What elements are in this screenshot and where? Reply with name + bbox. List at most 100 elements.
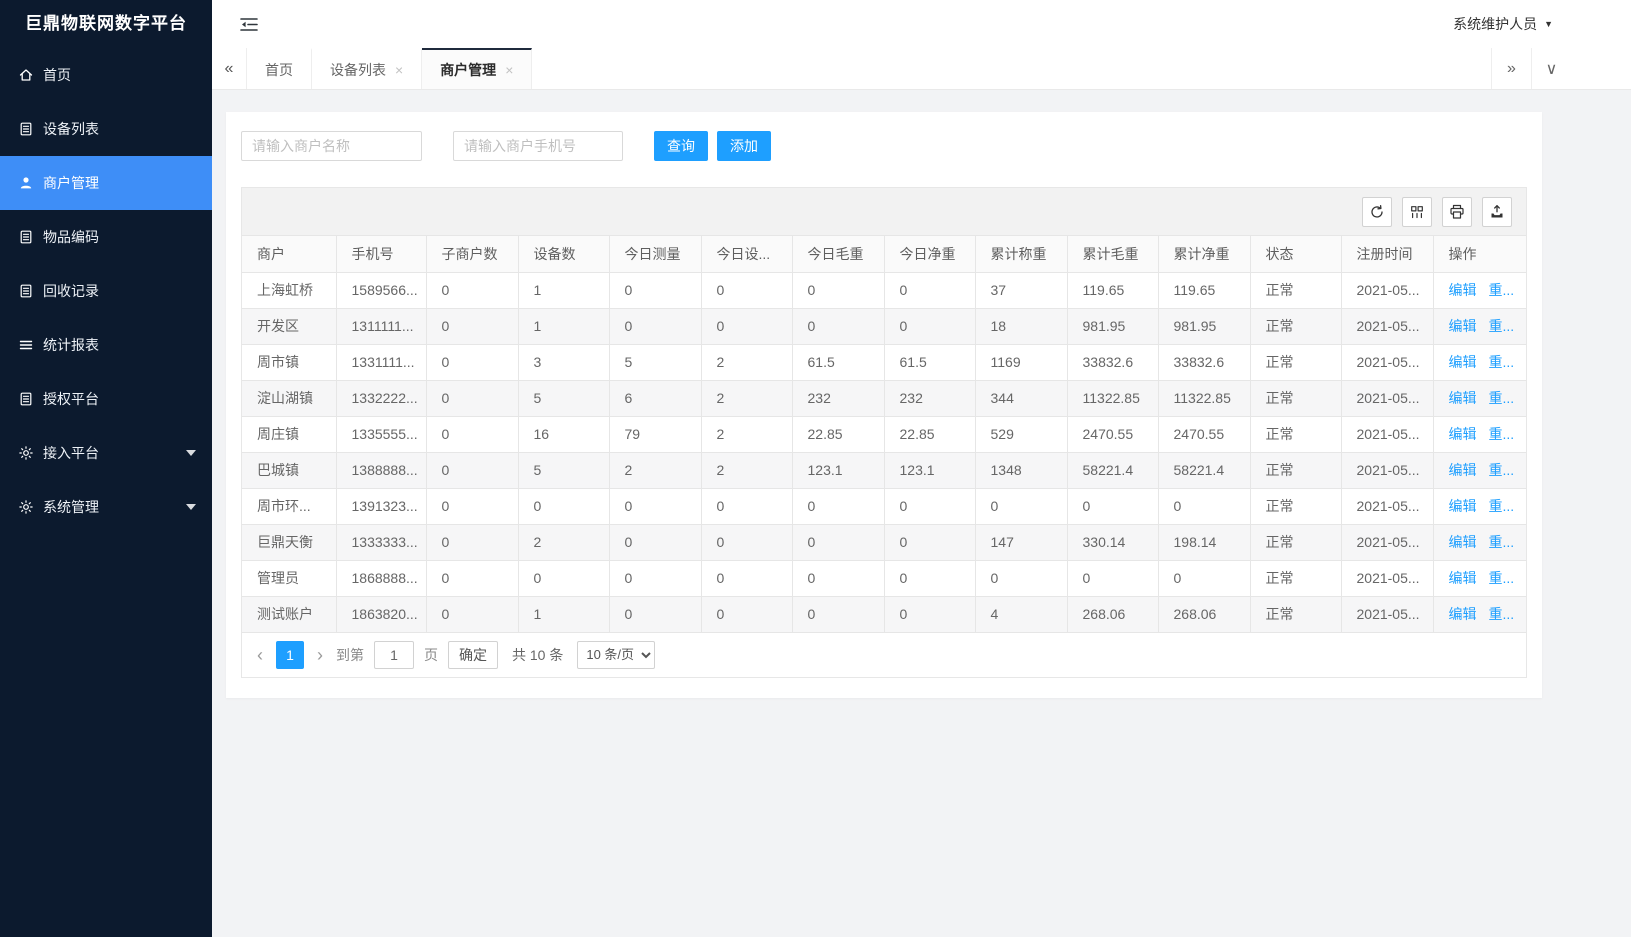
close-icon[interactable]: ×: [505, 62, 513, 78]
prev-page-icon[interactable]: ‹: [254, 641, 266, 669]
table-cell: 0: [884, 596, 975, 632]
next-page-icon[interactable]: ›: [314, 641, 326, 669]
table-cell: 61.5: [792, 344, 884, 380]
sidebar-item-label: 物品编码: [43, 227, 99, 247]
table-row: 测试账户1863820...0100004268.06268.06正常2021-…: [242, 596, 1526, 632]
table-cell: 0: [518, 488, 609, 524]
current-page[interactable]: 1: [276, 641, 304, 669]
columns-icon[interactable]: [1402, 197, 1432, 227]
action-link[interactable]: 重...: [1489, 426, 1515, 442]
sidebar-item-access-platform[interactable]: 接入平台: [0, 426, 212, 480]
action-link[interactable]: 编辑: [1449, 426, 1477, 442]
table-cell: 981.95: [1158, 308, 1250, 344]
sidebar-item-statistics[interactable]: 统计报表: [0, 318, 212, 372]
action-link[interactable]: 重...: [1489, 570, 1515, 586]
action-link[interactable]: 重...: [1489, 534, 1515, 550]
table-cell: 79: [609, 416, 701, 452]
document-icon: [18, 391, 34, 407]
table-cell: 2470.55: [1067, 416, 1158, 452]
merchant-phone-input[interactable]: [453, 131, 623, 161]
row-actions: 编辑重...: [1433, 344, 1526, 380]
action-link[interactable]: 重...: [1489, 606, 1515, 622]
goto-page-input[interactable]: [374, 641, 414, 669]
action-link[interactable]: 编辑: [1449, 282, 1477, 298]
tab-merchant-mgmt[interactable]: 商户管理 ×: [422, 48, 532, 89]
export-icon[interactable]: [1482, 197, 1512, 227]
action-link[interactable]: 重...: [1489, 498, 1515, 514]
tab-home[interactable]: 首页: [247, 48, 312, 89]
action-link[interactable]: 编辑: [1449, 390, 1477, 406]
table-cell: 2: [518, 524, 609, 560]
table-cell: 4: [975, 596, 1067, 632]
tabs-menu-icon[interactable]: ∨: [1531, 48, 1571, 89]
action-link[interactable]: 编辑: [1449, 570, 1477, 586]
confirm-page-button[interactable]: 确定: [448, 641, 498, 669]
merchant-card: 查询 添加: [226, 112, 1542, 698]
table-cell: 5: [518, 380, 609, 416]
search-button[interactable]: 查询: [654, 131, 708, 161]
table-cell: 正常: [1250, 416, 1341, 452]
action-link[interactable]: 重...: [1489, 354, 1515, 370]
user-dropdown[interactable]: 系统维护人员 ▼: [1453, 14, 1553, 34]
action-link[interactable]: 编辑: [1449, 498, 1477, 514]
add-button[interactable]: 添加: [717, 131, 771, 161]
sidebar-item-item-code[interactable]: 物品编码: [0, 210, 212, 264]
table-cell: 上海虹桥: [242, 272, 336, 308]
row-actions: 编辑重...: [1433, 416, 1526, 452]
sidebar-item-merchant-mgmt[interactable]: 商户管理: [0, 156, 212, 210]
table-cell: 0: [884, 524, 975, 560]
action-link[interactable]: 重...: [1489, 318, 1515, 334]
tab-device-list[interactable]: 设备列表 ×: [312, 48, 422, 89]
page-size-select[interactable]: 10 条/页: [577, 641, 655, 669]
tab-label: 商户管理: [440, 60, 496, 80]
chevron-down-icon: [186, 504, 196, 510]
table-cell: 0: [792, 596, 884, 632]
sidebar-item-label: 回收记录: [43, 281, 99, 301]
action-link[interactable]: 编辑: [1449, 462, 1477, 478]
sidebar-item-auth-platform[interactable]: 授权平台: [0, 372, 212, 426]
column-header: 设备数: [518, 236, 609, 272]
table-cell: 2: [701, 344, 792, 380]
table-cell: 正常: [1250, 596, 1341, 632]
action-link[interactable]: 编辑: [1449, 606, 1477, 622]
tabs-scroll-right-icon[interactable]: »: [1491, 48, 1531, 89]
action-link[interactable]: 编辑: [1449, 354, 1477, 370]
table-cell: 11322.85: [1158, 380, 1250, 416]
sidebar-item-device-list[interactable]: 设备列表: [0, 102, 212, 156]
refresh-icon[interactable]: [1362, 197, 1392, 227]
table-cell: 淀山湖镇: [242, 380, 336, 416]
table-row: 开发区1311111...01000018981.95981.95正常2021-…: [242, 308, 1526, 344]
table-cell: 周庄镇: [242, 416, 336, 452]
sidebar-item-recycle-record[interactable]: 回收记录: [0, 264, 212, 318]
sidebar-collapse-icon[interactable]: [240, 17, 258, 32]
table-cell: 22.85: [792, 416, 884, 452]
table-cell: 0: [701, 308, 792, 344]
column-header: 今日设...: [701, 236, 792, 272]
sidebar-item-label: 统计报表: [43, 335, 99, 355]
table-cell: 0: [609, 560, 701, 596]
sidebar-item-home[interactable]: 首页: [0, 48, 212, 102]
action-link[interactable]: 编辑: [1449, 318, 1477, 334]
sidebar-item-system-mgmt[interactable]: 系统管理: [0, 480, 212, 534]
tabs-scroll-left-icon[interactable]: «: [212, 48, 247, 89]
action-link[interactable]: 重...: [1489, 462, 1515, 478]
merchant-name-input[interactable]: [241, 131, 422, 161]
action-link[interactable]: 编辑: [1449, 534, 1477, 550]
table-cell: 0: [792, 560, 884, 596]
table-cell: 2021-05...: [1341, 524, 1433, 560]
close-icon[interactable]: ×: [395, 62, 403, 78]
table-cell: 0: [1067, 560, 1158, 596]
action-link[interactable]: 重...: [1489, 282, 1515, 298]
table-cell: 268.06: [1067, 596, 1158, 632]
table-cell: 0: [426, 308, 518, 344]
print-icon[interactable]: [1442, 197, 1472, 227]
action-link[interactable]: 重...: [1489, 390, 1515, 406]
table-cell: 0: [975, 560, 1067, 596]
total-count: 共 10 条: [512, 645, 563, 665]
table-row: 周庄镇1335555...01679222.8522.855292470.552…: [242, 416, 1526, 452]
table-row: 上海虹桥1589566...01000037119.65119.65正常2021…: [242, 272, 1526, 308]
list-icon: [18, 337, 34, 353]
table-cell: 0: [1158, 488, 1250, 524]
column-header: 今日毛重: [792, 236, 884, 272]
table-cell: 198.14: [1158, 524, 1250, 560]
